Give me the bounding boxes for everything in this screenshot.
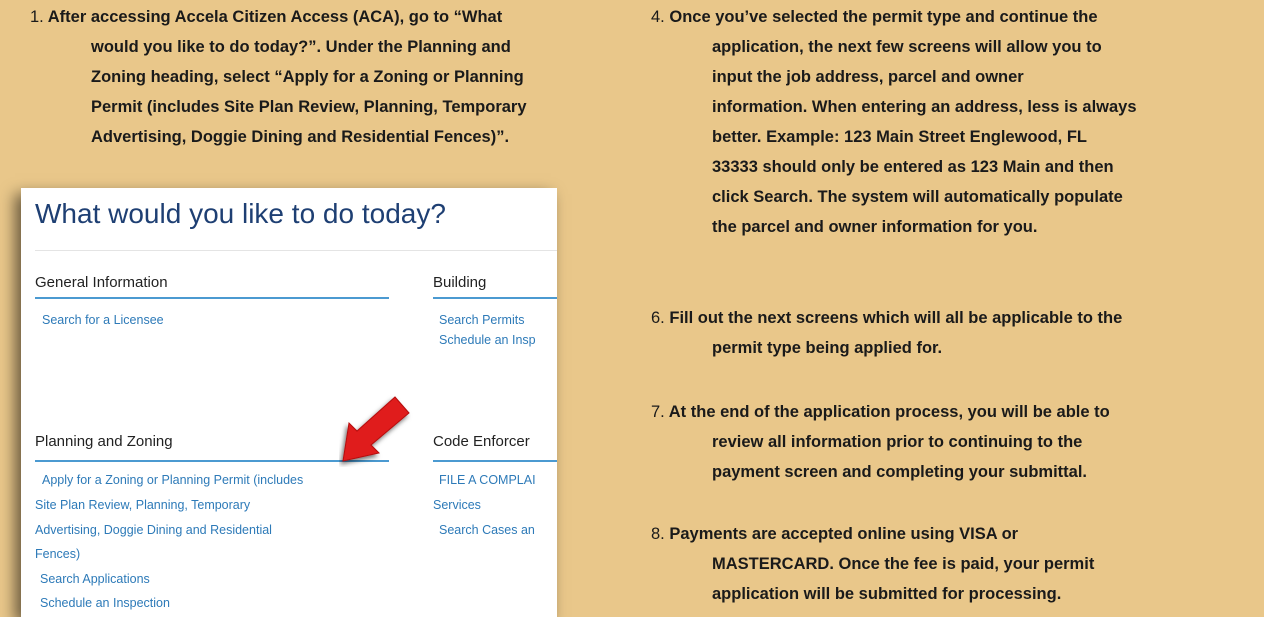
red-arrow-icon — [342, 396, 410, 462]
step-1-text-line: After accessing Accela Citizen Access (A… — [47, 8, 503, 26]
step-1-text-line: Permit (includes Site Plan Review, Plann… — [91, 98, 527, 116]
section-title-code-enforcement: Code Enforcer — [433, 433, 530, 450]
step-number: 4. — [651, 8, 665, 26]
section-underline — [35, 460, 389, 462]
step-1-text-line: Zoning heading, select “Apply for a Zoni… — [91, 68, 524, 86]
step-4-text-line: information. When entering an address, l… — [712, 98, 1137, 116]
link-search-cases[interactable]: Search Cases an — [439, 522, 535, 538]
section-title-planning-zoning: Planning and Zoning — [35, 433, 173, 450]
step-8-text-line: MASTERCARD. Once the fee is paid, your p… — [712, 555, 1095, 573]
link-schedule-inspection-building[interactable]: Schedule an Insp — [439, 332, 536, 348]
step-number: 6. — [651, 309, 665, 327]
heading-divider — [35, 250, 557, 251]
step-7-text-line: payment screen and completing your submi… — [712, 463, 1087, 481]
step-4-text-line: click Search. The system will automatica… — [712, 188, 1123, 206]
aca-screenshot: What would you like to do today? General… — [21, 188, 557, 617]
step-6-text-line: Fill out the next screens which will all… — [669, 309, 1123, 327]
step-8-text-line: Payments are accepted online using VISA … — [669, 525, 1019, 543]
step-7-text-line: At the end of the application process, y… — [668, 403, 1110, 421]
link-apply-zoning-permit-cont[interactable]: Site Plan Review, Planning, Temporary — [35, 497, 250, 513]
step-6-text-line: permit type being applied for. — [712, 339, 943, 357]
step-6: 6. Fill out the next screens which will … — [651, 303, 1251, 363]
section-title-building: Building — [433, 274, 487, 291]
link-schedule-inspection[interactable]: Schedule an Inspection — [40, 595, 170, 611]
step-4-text-line: the parcel and owner information for you… — [712, 218, 1038, 236]
link-apply-zoning-permit-cont[interactable]: Fences) — [35, 546, 80, 562]
section-title-general-information: General Information — [35, 274, 168, 291]
step-4-text-line: application, the next few screens will a… — [712, 38, 1102, 56]
link-file-complaint[interactable]: FILE A COMPLAI — [439, 472, 536, 488]
screenshot-heading: What would you like to do today? — [35, 198, 446, 229]
step-number: 1. — [30, 8, 44, 26]
step-7: 7. At the end of the application process… — [651, 397, 1251, 487]
step-number: 8. — [651, 525, 665, 543]
step-8: 8. Payments are accepted online using VI… — [651, 519, 1251, 609]
link-search-applications[interactable]: Search Applications — [40, 571, 150, 587]
link-search-licensee[interactable]: Search for a Licensee — [42, 312, 164, 328]
section-underline — [433, 297, 557, 299]
link-apply-zoning-permit-cont[interactable]: Advertising, Doggie Dining and Residenti… — [35, 522, 272, 538]
link-apply-zoning-permit[interactable]: Apply for a Zoning or Planning Permit (i… — [42, 472, 303, 488]
step-4: 4. Once you’ve selected the permit type … — [651, 2, 1251, 242]
step-4-text-line: better. Example: 123 Main Street Englewo… — [712, 128, 1088, 146]
step-4-text-line: Once you’ve selected the permit type and… — [669, 8, 1098, 26]
step-1-text-line: Advertising, Doggie Dining and Residenti… — [91, 128, 510, 146]
link-search-permits[interactable]: Search Permits — [439, 312, 524, 328]
step-7-text-line: review all information prior to continui… — [712, 433, 1083, 451]
step-8-text-line: application will be submitted for proces… — [712, 585, 1062, 603]
step-1-text-line: would you like to do today?”. Under the … — [91, 38, 511, 56]
section-underline — [35, 297, 389, 299]
step-4-text-line: input the job address, parcel and owner — [712, 68, 1024, 86]
step-number: 7. — [651, 403, 665, 421]
step-4-text-line: 33333 should only be entered as 123 Main… — [712, 158, 1114, 176]
step-1: 1. After accessing Accela Citizen Access… — [30, 2, 630, 152]
link-services[interactable]: Services — [433, 497, 481, 513]
section-underline — [433, 460, 557, 462]
